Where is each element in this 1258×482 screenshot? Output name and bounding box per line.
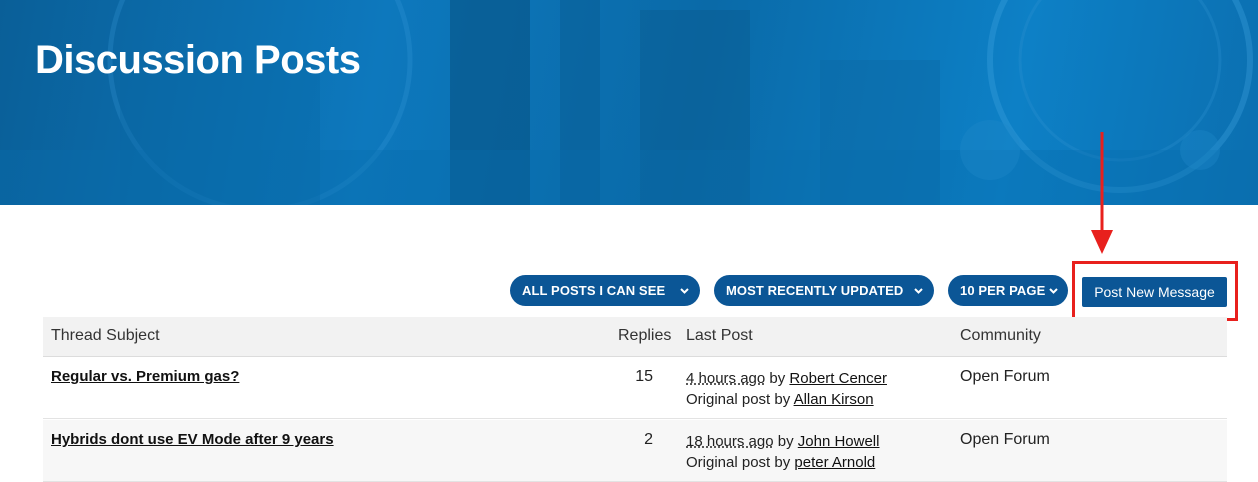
- column-header-replies[interactable]: Replies: [618, 327, 671, 345]
- original-author-link[interactable]: Allan Kirson: [794, 391, 874, 408]
- filter-dropdown[interactable]: ALL POSTS I CAN SEE: [510, 275, 700, 306]
- last-post-author-link[interactable]: John Howell: [798, 433, 880, 450]
- thread-subject-link[interactable]: Hybrids dont use EV Mode after 9 years: [51, 431, 334, 448]
- per-page-dropdown[interactable]: 10 PER PAGE: [948, 275, 1068, 306]
- by-label: by: [769, 370, 786, 387]
- last-post-time: 4 hours ago: [686, 370, 766, 387]
- original-post-label: Original post by: [686, 391, 791, 408]
- annotation-arrow: [1091, 132, 1113, 254]
- hero-banner: Discussion Posts: [0, 0, 1258, 205]
- last-post-info: 4 hours ago by Robert Cencer Original po…: [686, 368, 887, 410]
- chevron-down-icon: [1049, 288, 1058, 294]
- last-post-time: 18 hours ago: [686, 433, 774, 450]
- original-post-label: Original post by: [686, 454, 791, 471]
- community-name: Open Forum: [960, 368, 1050, 385]
- last-post-author-link[interactable]: Robert Cencer: [789, 370, 887, 387]
- sort-dropdown-label: MOST RECENTLY UPDATED: [726, 283, 904, 298]
- chevron-down-icon: [914, 288, 923, 294]
- thread-subject-link[interactable]: Regular vs. Premium gas?: [51, 368, 239, 385]
- table-row: Hybrids dont use EV Mode after 9 years 2…: [43, 420, 1227, 482]
- original-author-link[interactable]: peter Arnold: [794, 454, 875, 471]
- table-row: Regular vs. Premium gas? 15 4 hours ago …: [43, 357, 1227, 419]
- column-header-last-post[interactable]: Last Post: [686, 327, 753, 345]
- community-name: Open Forum: [960, 431, 1050, 448]
- sort-dropdown[interactable]: MOST RECENTLY UPDATED: [714, 275, 934, 306]
- post-new-message-button[interactable]: Post New Message: [1082, 277, 1227, 307]
- column-header-community[interactable]: Community: [960, 327, 1041, 345]
- replies-count: 15: [635, 368, 653, 385]
- chevron-down-icon: [680, 288, 689, 294]
- column-header-thread-subject[interactable]: Thread Subject: [51, 327, 160, 345]
- page-title: Discussion Posts: [35, 38, 361, 82]
- replies-count: 2: [644, 431, 653, 448]
- per-page-dropdown-label: 10 PER PAGE: [960, 283, 1046, 298]
- filter-dropdown-label: ALL POSTS I CAN SEE: [522, 283, 666, 298]
- last-post-info: 18 hours ago by John Howell Original pos…: [686, 431, 879, 473]
- by-label: by: [777, 433, 794, 450]
- table-header: Thread Subject Replies Last Post Communi…: [43, 317, 1227, 357]
- banner-background-image: [0, 0, 1258, 205]
